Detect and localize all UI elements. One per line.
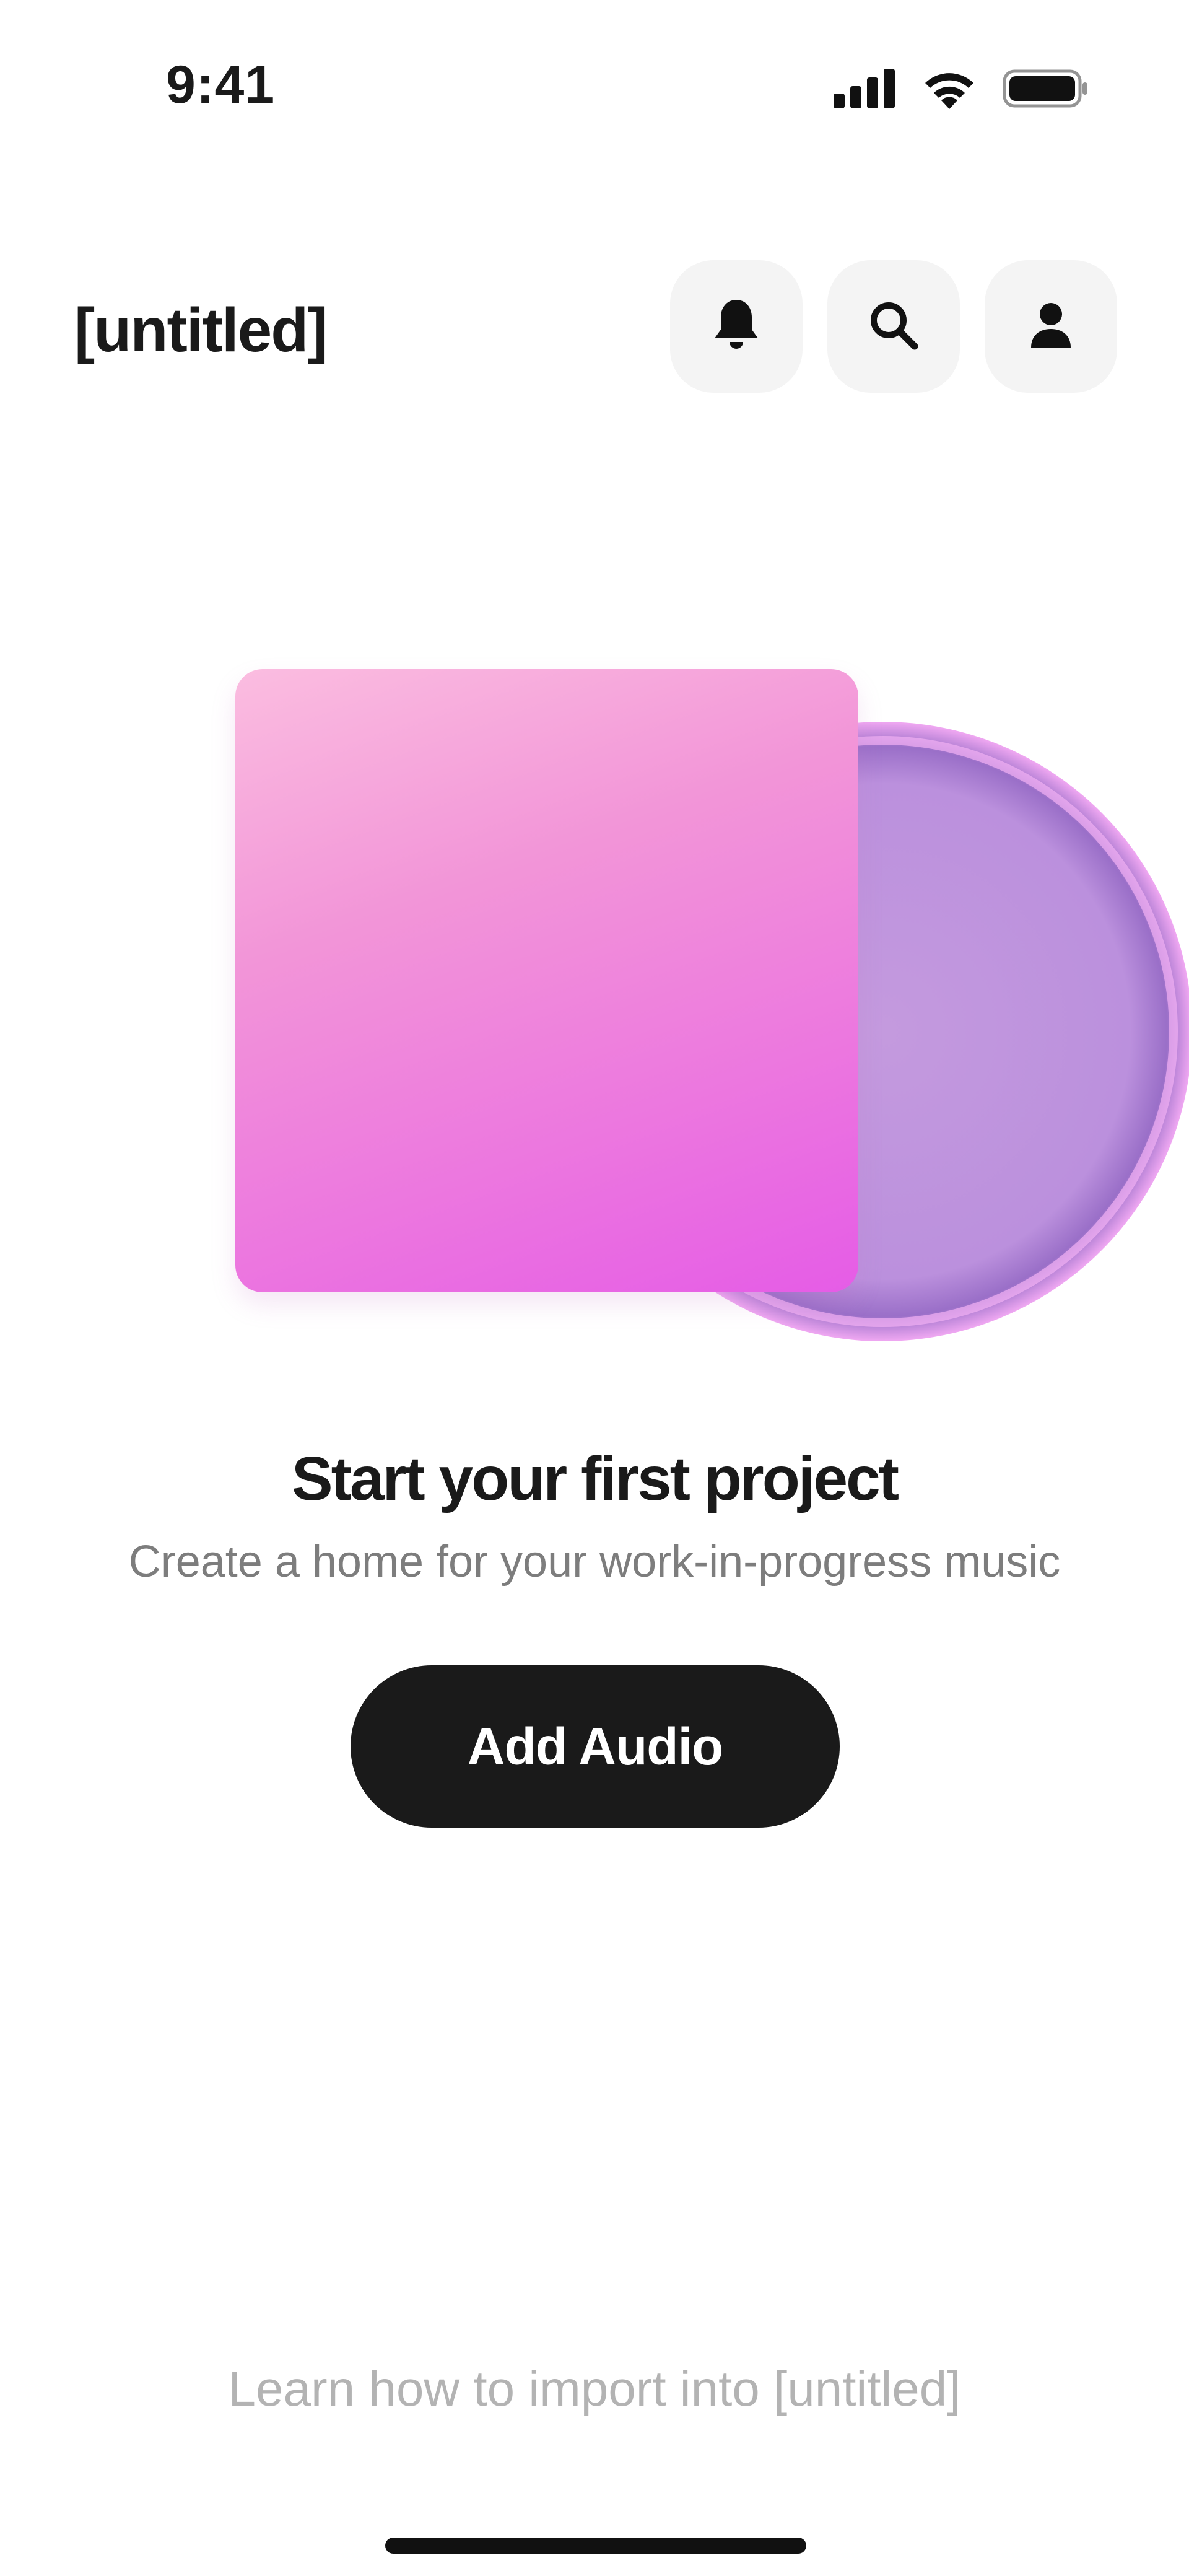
app-title: [untitled] [74,296,328,365]
empty-state-title: Start your first project [291,1444,899,1514]
battery-icon [1003,69,1090,112]
profile-button[interactable] [985,260,1117,393]
search-button[interactable] [827,260,960,393]
wifi-icon [921,68,977,112]
status-icons [834,68,1090,112]
empty-state-artwork [235,669,1189,1341]
empty-state-subtitle: Create a home for your work-in-progress … [128,1537,1061,1587]
app-header: [untitled] [0,260,1189,396]
person-icon [1029,300,1073,353]
home-indicator[interactable] [385,2538,806,2554]
album-cover-image [235,669,858,1292]
bell-icon [710,297,763,356]
status-bar: 9:41 [0,0,1189,180]
screen: 9:41 [untitled] Start your first project… [0,0,1189,2576]
search-icon [868,299,920,354]
cellular-signal-icon [834,69,895,112]
add-audio-button[interactable]: Add Audio [351,1665,840,1828]
learn-import-link[interactable]: Learn how to import into [untitled] [0,2360,1189,2417]
status-time: 9:41 [166,55,276,115]
notifications-button[interactable] [670,260,803,393]
